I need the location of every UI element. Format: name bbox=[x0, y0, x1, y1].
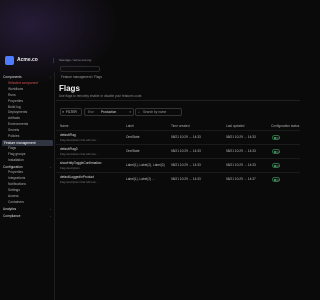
main-content: Feature management / Flags Flags Use fla… bbox=[56, 72, 300, 300]
time-created: 08/21 10:29 → 14:33 bbox=[171, 149, 201, 153]
last-updated: 08/21 10:29 → 14:37 bbox=[226, 177, 256, 181]
status-text: On bbox=[276, 163, 280, 168]
chevron-down-icon: ▾ bbox=[129, 110, 131, 114]
chevron-icon: › bbox=[50, 164, 51, 169]
status-text: On bbox=[276, 135, 280, 140]
flag-description: Flag description that will look ... bbox=[60, 180, 99, 184]
sidebar-item[interactable]: Notifications bbox=[8, 182, 26, 186]
flag-name: defaultLoggedInProduct bbox=[60, 175, 94, 179]
chevron-icon: › bbox=[50, 213, 51, 218]
col-header-label[interactable]: Label bbox=[126, 124, 134, 128]
flag-name: defaultFlag3 bbox=[60, 147, 78, 151]
flag-description: Flag description that will look ... bbox=[60, 152, 99, 156]
sidebar-item[interactable]: Deployments bbox=[8, 110, 27, 114]
sidebar-item[interactable]: Properties bbox=[8, 170, 23, 174]
last-updated: 08/21 10:29 → 14:33 bbox=[226, 135, 256, 139]
flag-description: Flag description that will look ... bbox=[60, 138, 99, 142]
sidebar-item[interactable]: Artifacts bbox=[8, 116, 20, 120]
flag-label: OneState bbox=[126, 135, 140, 139]
sidebar-item[interactable]: Installation bbox=[8, 158, 24, 162]
sidebar-item[interactable]: Settings bbox=[8, 188, 20, 192]
time-created: 08/21 10:29 → 14:33 bbox=[171, 135, 201, 139]
sidebar-item[interactable]: Policies bbox=[8, 134, 19, 138]
top-bar: Acme.co Swerage / acme-mw-ing bbox=[0, 0, 300, 72]
chevron-icon: › bbox=[50, 206, 51, 211]
col-header-updated[interactable]: Last updated bbox=[226, 124, 244, 128]
table-row[interactable]: defaultLoggedInProduct Flag description t… bbox=[56, 172, 300, 186]
col-header-name[interactable]: Name bbox=[60, 124, 69, 128]
divider bbox=[56, 100, 300, 101]
sidebar-item[interactable]: Analytics bbox=[3, 207, 16, 211]
table-row[interactable]: showHelpToggleConfirmation Flag descripti… bbox=[56, 158, 300, 172]
sidebar: Components › Selected component Workflows Ru… bbox=[0, 72, 55, 300]
last-updated: 08/21 10:29 → 14:33 bbox=[226, 149, 256, 153]
sidebar-item[interactable]: Compliance bbox=[3, 214, 20, 218]
sidebar-item[interactable]: Secrets bbox=[8, 128, 19, 132]
sidebar-item[interactable]: Configuration bbox=[3, 165, 23, 169]
app-logo-icon[interactable] bbox=[5, 56, 14, 65]
breadcrumb[interactable]: Feature management / Flags bbox=[61, 75, 102, 79]
flag-description: Flag description bbox=[60, 166, 80, 170]
header-divider bbox=[53, 58, 54, 63]
last-updated: 08/21 10:29 → 14:33 bbox=[226, 163, 256, 167]
flag-name: defaultFlag bbox=[60, 133, 76, 137]
chevron-icon: › bbox=[50, 139, 51, 144]
sidebar-item[interactable]: Build log bbox=[8, 105, 21, 109]
app-name[interactable]: Acme.co bbox=[17, 57, 38, 63]
time-created: 08/21 10:29 → 14:33 bbox=[171, 177, 201, 181]
status-text: On bbox=[276, 177, 280, 182]
sidebar-item[interactable]: Access bbox=[8, 194, 19, 198]
sidebar-item[interactable]: Flag groups bbox=[8, 152, 25, 156]
environment-value: Production bbox=[101, 110, 117, 114]
sidebar-item[interactable]: Selected component bbox=[8, 81, 38, 85]
flag-label: Label(1), Label(2) ... bbox=[126, 177, 155, 181]
sidebar-item[interactable]: Flags bbox=[8, 146, 16, 150]
filter-icon: ≡ bbox=[62, 110, 65, 114]
sidebar-item[interactable]: Properties bbox=[8, 99, 23, 103]
sidebar-item[interactable]: Components bbox=[3, 75, 22, 79]
environment-select[interactable]: Env: Production ▾ bbox=[84, 108, 134, 116]
status-text: On bbox=[276, 149, 280, 154]
sidebar-item[interactable]: Workflows bbox=[8, 87, 23, 91]
filter-label: FILTER bbox=[66, 110, 77, 114]
time-created: 08/21 10:29 → 14:33 bbox=[171, 163, 201, 167]
environment-label: Env: bbox=[88, 110, 95, 114]
chevron-icon: › bbox=[50, 75, 51, 79]
page-subtitle: Use flags to remotely enable or disable … bbox=[59, 94, 143, 98]
flag-name: showHelpToggleConfirmation bbox=[60, 161, 102, 165]
search-icon: ⌕ bbox=[138, 110, 140, 114]
search-placeholder: Search by name bbox=[143, 110, 167, 114]
filter-button[interactable]: ≡ FILTER bbox=[60, 108, 82, 116]
table-row[interactable]: defaultFlag Flag description that will lo… bbox=[56, 130, 300, 144]
flag-label: OneState bbox=[126, 149, 140, 153]
search-input[interactable]: ⌕ Search by name bbox=[135, 108, 182, 116]
sidebar-item[interactable]: Containers bbox=[8, 200, 24, 204]
page-title: Flags bbox=[59, 84, 80, 93]
sidebar-item[interactable]: Runs bbox=[8, 93, 16, 97]
header-breadcrumb[interactable]: Swerage / acme-mw-ing bbox=[59, 58, 91, 62]
sidebar-item[interactable]: Integrations bbox=[8, 176, 25, 180]
table-row[interactable]: defaultFlag3 Flag description that will l… bbox=[56, 144, 300, 158]
col-header-created[interactable]: Time created bbox=[171, 124, 189, 128]
flag-label: Label(1), Label(2), Label(3) bbox=[126, 163, 165, 167]
col-header-status[interactable]: Configuration status bbox=[271, 124, 299, 128]
sidebar-item[interactable]: Environments bbox=[8, 122, 28, 126]
